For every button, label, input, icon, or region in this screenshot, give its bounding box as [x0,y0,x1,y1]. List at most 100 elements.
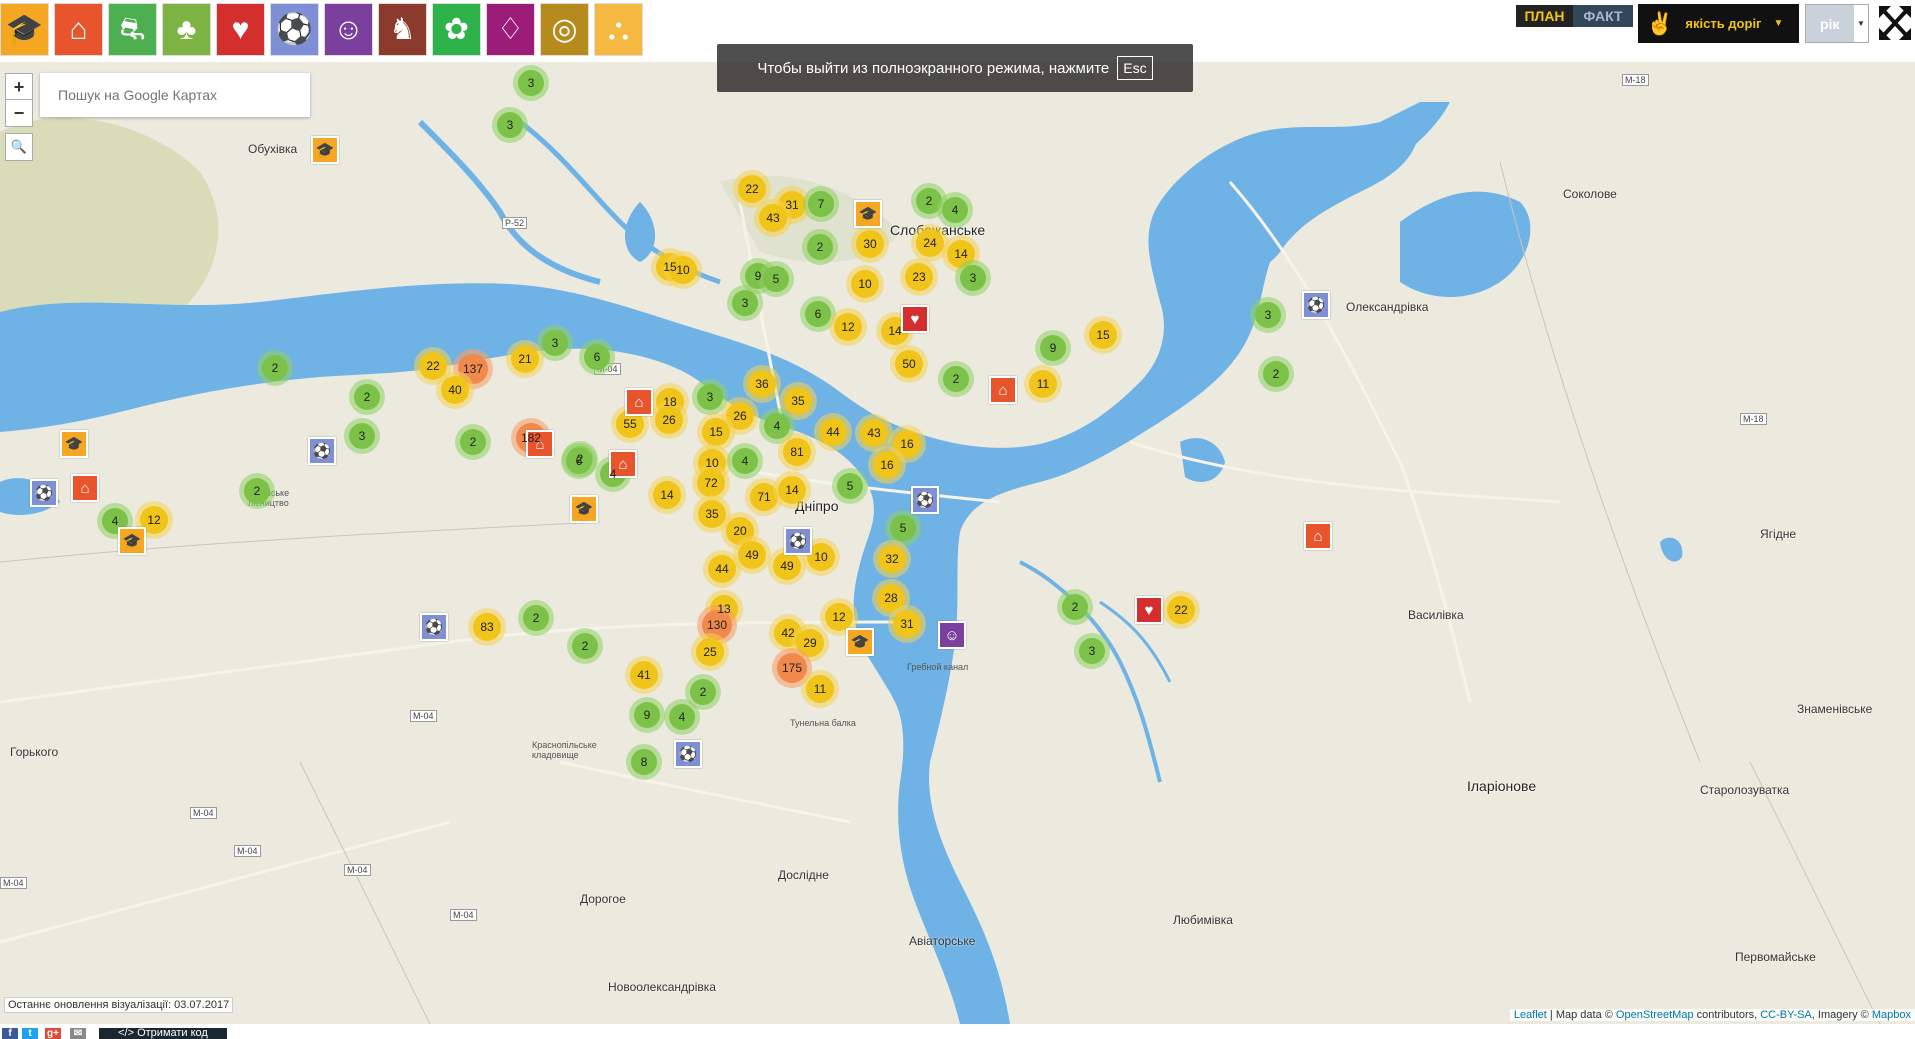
category-sport-button[interactable]: ⚽ [270,3,319,56]
marker-cluster[interactable]: 16 [868,446,906,484]
marker-cluster[interactable]: 12 [829,308,867,346]
marker-cluster[interactable]: 44 [703,550,741,588]
year-select[interactable]: рік ▼ [1805,4,1869,43]
marker-cluster[interactable]: 2 [257,350,293,386]
marker-cluster[interactable]: 14 [773,471,811,509]
marker-cluster[interactable]: 4 [727,443,763,479]
project-marker[interactable]: 🎓 [854,200,882,228]
marker-cluster[interactable]: 3 [344,418,380,454]
marker-cluster[interactable]: 8 [626,744,662,780]
marker-cluster[interactable]: 81 [778,433,816,471]
project-marker[interactable]: 🎓 [118,527,146,555]
marker-cluster[interactable]: 2 [802,229,838,265]
marker-cluster[interactable]: 40 [436,371,474,409]
marker-cluster[interactable]: 3 [1250,297,1286,333]
project-marker[interactable]: 🎓 [60,430,88,458]
marker-cluster[interactable]: 3 [727,285,763,321]
marker-cluster[interactable]: 36 [743,365,781,403]
category-parks-button[interactable]: ♣ [162,3,211,56]
project-marker[interactable]: ⚽ [1302,291,1330,319]
project-marker[interactable]: ⌂ [625,388,653,416]
category-ecology-button[interactable]: ✿ [432,3,481,56]
marker-cluster[interactable]: 9 [629,697,665,733]
project-marker[interactable]: ☺ [938,621,966,649]
zoom-in-button[interactable]: + [5,73,33,101]
osm-link[interactable]: OpenStreetMap [1616,1009,1694,1021]
marker-cluster[interactable]: 3 [513,65,549,101]
twitter-share-button[interactable]: t [22,1028,38,1039]
email-share-button[interactable]: ✉ [70,1028,86,1039]
category-education-button[interactable]: 🎓 [0,3,49,56]
marker-cluster[interactable]: 5 [758,261,794,297]
category-lighting-button[interactable]: ♢ [486,3,535,56]
category-culture-button[interactable]: ☺ [324,3,373,56]
marker-cluster[interactable]: 2 [567,628,603,664]
marker-cluster[interactable]: 6 [579,339,615,375]
project-marker[interactable]: ⚽ [308,437,336,465]
marker-cluster[interactable]: 2 [938,361,974,397]
marker-cluster[interactable]: 25 [691,633,729,671]
project-marker[interactable]: 🎓 [846,628,874,656]
project-marker[interactable]: ⌂ [989,376,1017,404]
category-housing-button[interactable]: ⌂ [54,3,103,56]
marker-cluster[interactable]: 44 [814,413,852,451]
marker-cluster[interactable]: 11 [801,670,839,708]
project-marker[interactable]: ⚽ [420,613,448,641]
project-marker[interactable]: ⌂ [1304,522,1332,550]
project-marker[interactable]: 🎓 [570,495,598,523]
marker-cluster[interactable]: 83 [468,608,506,646]
marker-cluster[interactable]: 4 [937,192,973,228]
mapbox-link[interactable]: Mapbox [1872,1009,1911,1021]
project-marker[interactable]: ⚽ [911,486,939,514]
fact-toggle[interactable]: ФАКТ [1573,5,1633,27]
marker-cluster[interactable]: 3 [1074,633,1110,669]
marker-cluster[interactable]: 3 [955,260,991,296]
marker-cluster[interactable]: 6 [561,443,597,479]
marker-cluster[interactable]: 11 [1024,365,1062,403]
search-input[interactable] [40,73,310,117]
marker-cluster[interactable]: 9 [1035,330,1071,366]
marker-cluster[interactable]: 4 [664,699,700,735]
marker-cluster[interactable]: 10 [846,265,884,303]
marker-cluster[interactable]: 2 [518,600,554,636]
marker-cluster[interactable]: 2 [349,379,385,415]
marker-cluster[interactable]: 3 [492,107,528,143]
project-marker[interactable]: ♥ [901,305,929,333]
marker-cluster[interactable]: 2 [239,473,275,509]
marker-cluster[interactable]: 14 [648,476,686,514]
cc-link[interactable]: CC-BY-SA [1760,1009,1812,1021]
marker-cluster[interactable]: 22 [1162,591,1200,629]
project-marker[interactable]: ⚽ [30,479,58,507]
marker-cluster[interactable]: 32 [873,540,911,578]
facebook-share-button[interactable]: f [2,1028,18,1039]
project-marker[interactable]: ⚽ [674,740,702,768]
category-monuments-button[interactable]: ♞ [378,3,427,56]
fullscreen-button[interactable] [1877,4,1913,42]
zoom-out-button[interactable]: − [5,99,33,127]
map-canvas[interactable]: ОбухівкаСлобожанськеДніпроСоколовеОлекса… [0,62,1915,1024]
category-health-button[interactable]: ♥ [216,3,265,56]
project-marker[interactable]: ⚽ [784,527,812,555]
marker-cluster[interactable]: 2 [1258,356,1294,392]
category-roads-button[interactable]: ⛐ [108,3,157,56]
marker-cluster[interactable]: 15 [1084,316,1122,354]
marker-cluster[interactable]: 5 [832,468,868,504]
project-marker[interactable]: 🎓 [311,136,339,164]
project-marker[interactable]: ♥ [1135,596,1163,624]
category-utilities-button[interactable]: ◎ [540,3,589,56]
google-share-button[interactable]: g+ [45,1028,61,1039]
project-marker[interactable]: ⌂ [71,474,99,502]
marker-cluster[interactable]: 2 [455,424,491,460]
marker-cluster[interactable]: 30 [851,225,889,263]
search-toggle-button[interactable]: 🔍 [5,133,33,161]
road-quality-button[interactable]: ✌ якість доріг ▼ [1638,4,1799,43]
plan-toggle[interactable]: ПЛАН [1516,5,1573,27]
marker-cluster[interactable]: 41 [625,656,663,694]
leaflet-link[interactable]: Leaflet [1514,1009,1547,1021]
category-playgrounds-button[interactable]: ⛬ [594,3,643,56]
marker-cluster[interactable]: 50 [890,345,928,383]
marker-cluster[interactable]: 21 [506,340,544,378]
marker-cluster[interactable]: 7 [803,186,839,222]
marker-cluster[interactable]: 2 [1057,589,1093,625]
get-code-button[interactable]: </> Отримати код [99,1028,227,1039]
